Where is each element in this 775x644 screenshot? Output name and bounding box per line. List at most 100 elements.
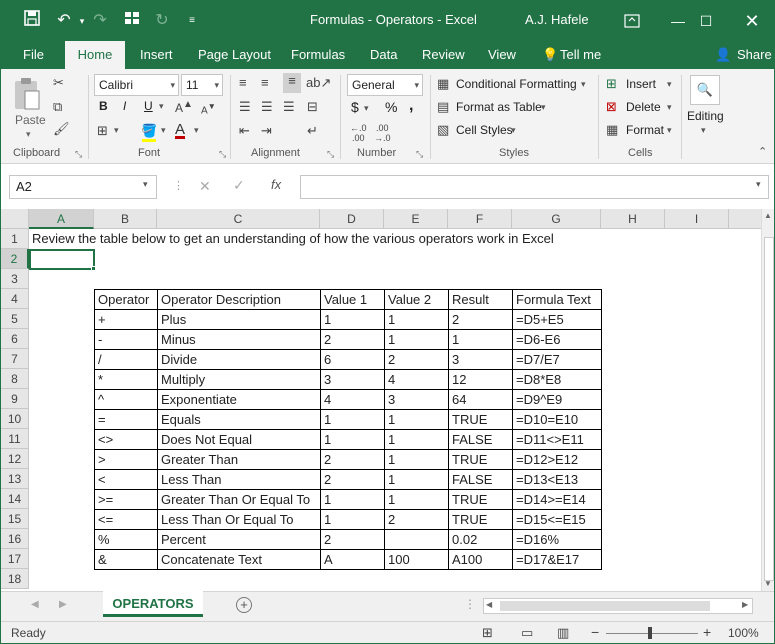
zoom-level[interactable]: 100%	[728, 626, 759, 640]
table-cell[interactable]: Greater Than	[157, 449, 321, 470]
table-cell[interactable]: 1	[320, 489, 385, 510]
table-cell[interactable]: 1	[384, 469, 449, 490]
insert-button[interactable]: Insert	[626, 77, 656, 91]
table-cell[interactable]: 1	[448, 329, 513, 350]
tab-home[interactable]: Home	[65, 41, 125, 70]
increase-decimal-icon[interactable]: ←.0.00	[350, 123, 367, 143]
table-cell[interactable]: TRUE	[448, 489, 513, 510]
maximize-icon[interactable]: ☐	[683, 1, 729, 41]
table-cell[interactable]: 1	[384, 489, 449, 510]
search-icon[interactable]: 🔍	[690, 75, 720, 105]
column-header-e[interactable]: E	[384, 209, 448, 229]
currency-button[interactable]: $	[351, 99, 359, 115]
user-name[interactable]: A.J. Hafele	[525, 12, 589, 27]
table-cell[interactable]: 1	[320, 409, 385, 430]
table-cell[interactable]: FALSE	[448, 429, 513, 450]
decrease-indent-icon[interactable]: ⇤	[239, 123, 250, 139]
table-cell[interactable]: ^	[94, 389, 158, 410]
tab-formulas[interactable]: Formulas	[291, 47, 345, 62]
table-cell[interactable]: <	[94, 469, 158, 490]
column-header-g[interactable]: G	[512, 209, 601, 229]
insert-function-icon[interactable]: fx	[271, 177, 281, 192]
select-all-corner[interactable]	[1, 209, 29, 229]
row-header[interactable]: 1	[1, 229, 29, 249]
table-cell[interactable]: FALSE	[448, 469, 513, 490]
table-cell[interactable]: >=	[94, 489, 158, 510]
scroll-down-icon[interactable]: ▼	[764, 579, 772, 588]
name-box[interactable]: A2	[9, 175, 157, 199]
table-cell[interactable]: +	[94, 309, 158, 330]
table-cell[interactable]: 2	[448, 309, 513, 330]
font-size-dropdown[interactable]: 11 ▾	[181, 74, 223, 96]
tell-me-search[interactable]: Tell me	[560, 47, 601, 62]
table-cell[interactable]: =D12>E12	[512, 449, 602, 470]
table-header-cell[interactable]: Operator	[94, 289, 158, 310]
table-cell[interactable]: TRUE	[448, 449, 513, 470]
editing-button[interactable]: Editing	[687, 109, 724, 123]
increase-font-size-icon[interactable]: A▲	[175, 99, 193, 115]
table-cell[interactable]: A100	[448, 549, 513, 570]
normal-view-icon[interactable]: ⊞	[482, 625, 493, 641]
tab-data[interactable]: Data	[370, 47, 397, 62]
table-cell[interactable]: Multiply	[157, 369, 321, 390]
close-icon[interactable]: ✕	[729, 1, 774, 41]
cell-styles-button[interactable]: Cell Styles	[456, 123, 513, 137]
table-cell[interactable]: %	[94, 529, 158, 550]
table-cell[interactable]: =D11<>E11	[512, 429, 602, 450]
paste-dropdown-icon[interactable]: ▾	[26, 129, 31, 140]
table-cell[interactable]: 1	[320, 509, 385, 530]
row-header[interactable]: 18	[1, 569, 29, 589]
table-cell[interactable]: Minus	[157, 329, 321, 350]
table-cell[interactable]: Less Than Or Equal To	[157, 509, 321, 530]
clipboard-launcher-icon[interactable]: ⤡	[75, 149, 82, 160]
column-header-h[interactable]: H	[601, 209, 665, 229]
number-format-dropdown[interactable]: General ▾	[347, 74, 423, 96]
row-header[interactable]: 16	[1, 529, 29, 549]
table-cell[interactable]: 1	[320, 429, 385, 450]
align-left-icon[interactable]: ☰	[239, 99, 251, 115]
table-cell[interactable]: TRUE	[448, 409, 513, 430]
table-cell[interactable]: =D10=E10	[512, 409, 602, 430]
format-as-table-button[interactable]: Format as Table	[456, 100, 542, 114]
table-cell[interactable]: 4	[384, 369, 449, 390]
table-cell[interactable]: 6	[320, 349, 385, 370]
zoom-in-icon[interactable]: +	[703, 624, 711, 640]
formula-input[interactable]	[300, 175, 769, 199]
align-right-icon[interactable]: ☰	[283, 99, 295, 115]
table-cell[interactable]: 2	[384, 349, 449, 370]
column-header-i[interactable]: I	[665, 209, 729, 229]
new-sheet-icon[interactable]: +	[236, 597, 252, 613]
zoom-out-icon[interactable]: −	[591, 624, 599, 640]
tab-file[interactable]: File	[23, 47, 44, 62]
row-header[interactable]: 15	[1, 509, 29, 529]
tab-page-layout[interactable]: Page Layout	[198, 47, 271, 62]
vertical-scrollbar[interactable]: ▲ ▼	[761, 209, 774, 591]
table-cell[interactable]: 12	[448, 369, 513, 390]
font-launcher-icon[interactable]: ⤡	[219, 149, 226, 160]
table-cell[interactable]: <>	[94, 429, 158, 450]
table-cell[interactable]: -	[94, 329, 158, 350]
expand-formula-bar-icon[interactable]: ▾	[756, 179, 761, 190]
fill-handle[interactable]	[91, 266, 96, 271]
tab-insert[interactable]: Insert	[140, 47, 173, 62]
column-header-f[interactable]: F	[448, 209, 512, 229]
form-icon[interactable]	[121, 10, 143, 32]
fill-dropdown-icon[interactable]: ▾	[161, 125, 166, 136]
alignment-launcher-icon[interactable]: ⤡	[327, 149, 334, 160]
page-layout-view-icon[interactable]: ▭	[521, 625, 533, 641]
ribbon-display-options-icon[interactable]	[609, 1, 655, 41]
table-cell[interactable]: =D14>=E14	[512, 489, 602, 510]
chevron-down-icon[interactable]: ▾	[511, 125, 516, 136]
table-cell[interactable]: Exponentiate	[157, 389, 321, 410]
table-cell[interactable]: =D8*E8	[512, 369, 602, 390]
column-header-a[interactable]: A	[29, 209, 94, 229]
tab-review[interactable]: Review	[422, 47, 465, 62]
column-header-c[interactable]: C	[157, 209, 320, 229]
align-center-icon[interactable]: ☰	[261, 99, 273, 115]
table-header-cell[interactable]: Result	[448, 289, 513, 310]
table-cell[interactable]: 3	[384, 389, 449, 410]
table-cell[interactable]: <=	[94, 509, 158, 530]
table-cell[interactable]: 2	[320, 469, 385, 490]
active-cell-selection[interactable]	[29, 249, 95, 270]
format-button[interactable]: Format	[626, 123, 664, 137]
